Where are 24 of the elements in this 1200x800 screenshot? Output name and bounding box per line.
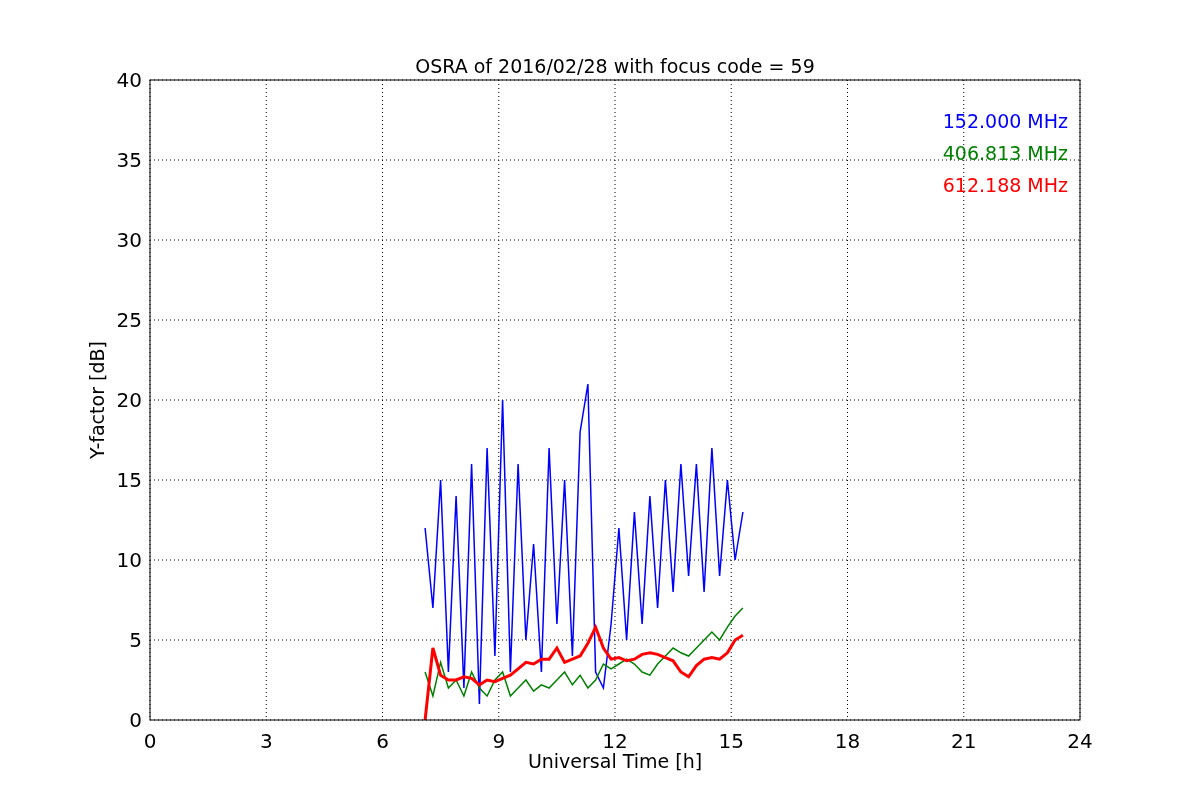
chart-title: OSRA of 2016/02/28 with focus code = 59 — [415, 55, 815, 77]
legend-label: 406.813 MHz — [942, 142, 1068, 164]
x-tick-label: 12 — [602, 729, 628, 753]
legend-label: 612.188 MHz — [942, 174, 1068, 196]
y-tick-label: 40 — [116, 68, 142, 92]
x-tick-label: 3 — [259, 729, 273, 753]
y-tick-label: 25 — [116, 308, 142, 332]
y-tick-label: 20 — [116, 388, 142, 412]
y-tick-label: 0 — [129, 708, 142, 732]
x-tick-label: 6 — [376, 729, 389, 753]
y-tick-label: 35 — [116, 148, 142, 172]
x-tick-label: 24 — [1067, 729, 1093, 753]
x-tick-label: 0 — [143, 729, 157, 753]
x-tick-label: 18 — [834, 729, 861, 753]
y-tick-label: 15 — [116, 468, 142, 492]
x-tick-label: 9 — [492, 729, 506, 753]
y-tick-label: 10 — [116, 548, 142, 572]
y-tick-label: 30 — [116, 228, 142, 252]
x-axis-label: Universal Time [h] — [527, 750, 703, 772]
legend-label: 152.000 MHz — [942, 110, 1068, 132]
y-axis-label: Y-factor [dB] — [86, 341, 108, 459]
x-tick-label: 15 — [718, 729, 744, 753]
x-tick-label: 21 — [951, 729, 977, 753]
y-tick-label: 5 — [129, 628, 142, 652]
